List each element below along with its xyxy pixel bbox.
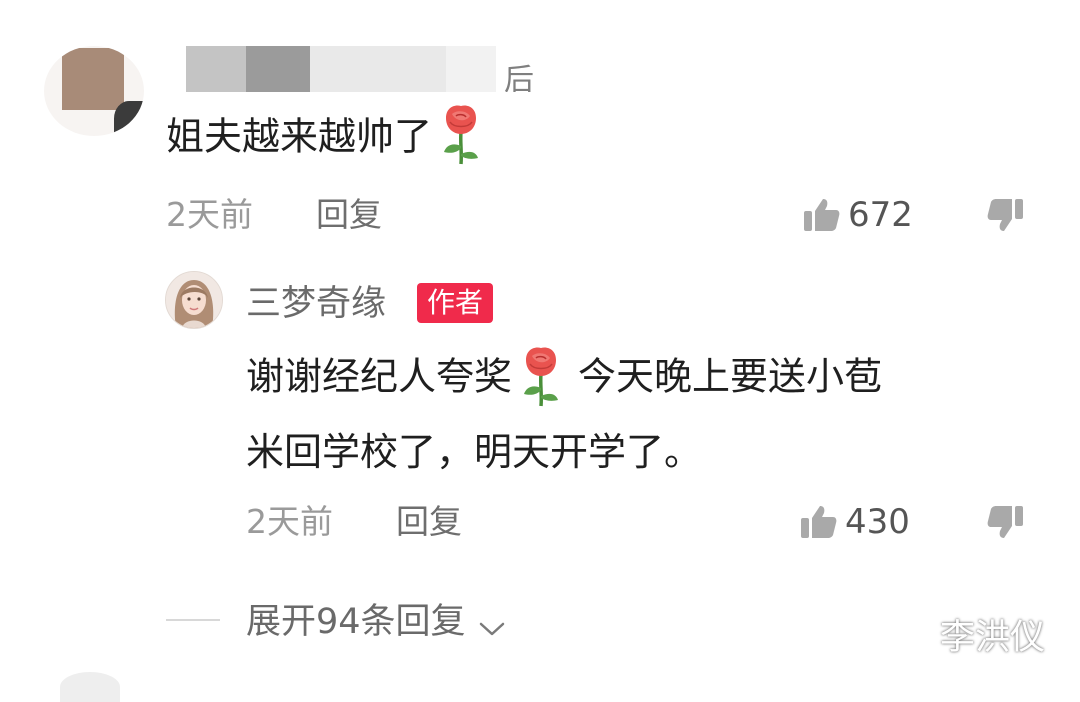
thumbs-up-icon[interactable]: [800, 504, 838, 540]
thumbs-down-icon[interactable]: [986, 197, 1024, 233]
avatar-mosaic: [114, 101, 144, 136]
reply-text-part: 谢谢经纪人夸奖: [246, 354, 513, 399]
avatar-mosaic: [62, 48, 124, 110]
commenter-username[interactable]: 后叔): [186, 46, 546, 92]
comment-time: 2天前: [166, 195, 253, 234]
watermark: 李洪仪: [940, 618, 1046, 658]
author-badge: 作者: [417, 283, 494, 323]
author-avatar[interactable]: [165, 271, 223, 329]
expand-replies-button[interactable]: 展开94条回复: [246, 601, 507, 643]
commenter-avatar[interactable]: [44, 46, 144, 136]
username-visible-part: 后叔): [504, 63, 535, 93]
like-count: 672: [848, 195, 913, 235]
thumbs-up-icon[interactable]: [803, 197, 841, 233]
expand-divider: [166, 619, 220, 621]
reply-button[interactable]: 回复: [396, 502, 462, 542]
reply-body-line-1: 谢谢经纪人夸奖 今天晚上要送小苞: [246, 347, 883, 408]
like-count: 430: [845, 502, 910, 542]
comment-body: 姐夫越来越帅了: [166, 105, 484, 166]
username-blur: [446, 46, 496, 92]
chevron-down-icon: [479, 622, 504, 635]
reply-text-part: 今天晚上要送小苞: [578, 354, 883, 399]
username-blur: [246, 46, 310, 92]
username-blur: [186, 46, 246, 92]
expand-replies-label: 展开94条回复: [246, 602, 466, 642]
comment-text: 姐夫越来越帅了: [166, 114, 433, 159]
next-commenter-avatar[interactable]: [60, 672, 120, 702]
reply-time: 2天前: [246, 502, 333, 541]
author-username[interactable]: 三梦奇缘: [246, 283, 386, 325]
reply-body-line-2: 米回学校了，明天开学了。: [246, 430, 703, 474]
reply-button[interactable]: 回复: [316, 195, 382, 235]
thumbs-down-icon[interactable]: [986, 504, 1024, 540]
rose-emoji: [444, 105, 479, 165]
rose-emoji: [524, 347, 559, 407]
